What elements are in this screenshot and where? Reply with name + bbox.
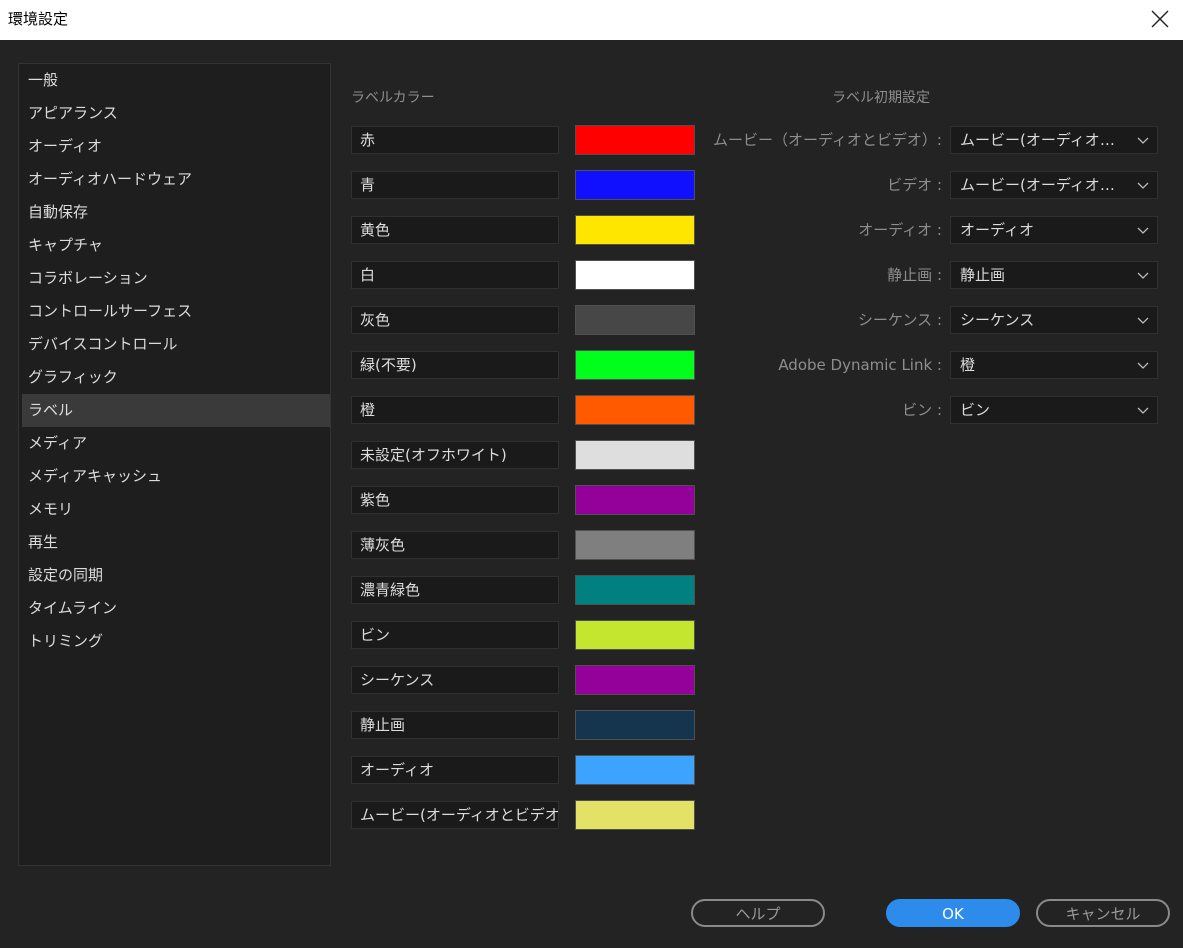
title-bar: 環境設定 xyxy=(0,0,1183,40)
dropdown-value: オーディオ xyxy=(960,221,1034,239)
label-color-name-field[interactable]: 静止画 xyxy=(351,711,559,739)
default-label-bin: ビン : xyxy=(902,401,942,419)
help-button[interactable]: ヘルプ xyxy=(691,899,825,927)
sidebar-item-memory[interactable]: メモリ xyxy=(22,493,330,526)
sidebar-item-general[interactable]: 一般 xyxy=(22,64,330,97)
sidebar-item-timeline[interactable]: タイムライン xyxy=(22,592,330,625)
label-color-name-field[interactable]: シーケンス xyxy=(351,666,559,694)
label-color-swatch[interactable] xyxy=(575,575,695,605)
sidebar-item-sync-settings[interactable]: 設定の同期 xyxy=(22,559,330,592)
ok-button[interactable]: OK xyxy=(886,899,1020,927)
label-color-swatch[interactable] xyxy=(575,800,695,830)
chevron-down-icon xyxy=(1137,182,1149,189)
default-label-dynamic-link: Adobe Dynamic Link : xyxy=(778,356,942,374)
label-color-swatch[interactable] xyxy=(575,710,695,740)
chevron-down-icon xyxy=(1137,317,1149,324)
chevron-down-icon xyxy=(1137,137,1149,144)
sidebar-item-media-cache[interactable]: メディアキャッシュ xyxy=(22,460,330,493)
sidebar-item-media[interactable]: メディア xyxy=(22,427,330,460)
label-color-name-field[interactable]: 濃青緑色 xyxy=(351,576,559,604)
dropdown-value: ムービー(オーディオとビデオ) xyxy=(960,131,1128,149)
dropdown-value: 橙 xyxy=(960,356,976,374)
dropdown-value: シーケンス xyxy=(960,311,1035,329)
dropdown-value: ムービー(オーディオとビデオ) xyxy=(960,176,1128,194)
chevron-down-icon xyxy=(1137,407,1149,414)
close-icon[interactable] xyxy=(1147,6,1173,32)
label-color-swatch[interactable] xyxy=(575,755,695,785)
chevron-down-icon xyxy=(1137,227,1149,234)
label-color-name-field[interactable]: 薄灰色 xyxy=(351,531,559,559)
chevron-down-icon xyxy=(1137,362,1149,369)
window-title: 環境設定 xyxy=(8,10,69,28)
default-label-video: ビデオ : xyxy=(887,176,942,194)
label-color-name-field[interactable]: オーディオ xyxy=(351,756,559,784)
chevron-down-icon xyxy=(1137,272,1149,279)
default-sequence-dropdown[interactable]: シーケンス xyxy=(950,306,1158,334)
default-still-dropdown[interactable]: 静止画 xyxy=(950,261,1158,289)
default-label-audio: オーディオ : xyxy=(858,221,942,239)
label-color-name-field[interactable]: ムービー(オーディオとビデオ) xyxy=(351,801,559,829)
label-color-name-field[interactable]: 紫色 xyxy=(351,486,559,514)
dropdown-value: ビン xyxy=(960,401,991,419)
sidebar-item-playback[interactable]: 再生 xyxy=(22,526,330,559)
default-label-sequence: シーケンス : xyxy=(857,311,942,329)
default-dynamic-link-dropdown[interactable]: 橙 xyxy=(950,351,1158,379)
default-label-still: 静止画 : xyxy=(887,266,942,284)
label-color-swatch[interactable] xyxy=(575,485,695,515)
label-color-name-field[interactable]: 未設定(オフホワイト) xyxy=(351,441,559,469)
default-bin-dropdown[interactable]: ビン xyxy=(950,396,1158,424)
sidebar-item-trimming[interactable]: トリミング xyxy=(22,625,330,658)
default-video-dropdown[interactable]: ムービー(オーディオとビデオ) xyxy=(950,171,1158,199)
label-defaults-header: ラベル初期設定 xyxy=(832,90,930,106)
cancel-button[interactable]: キャンセル xyxy=(1036,899,1170,927)
label-colors-header: ラベルカラー xyxy=(351,90,435,106)
label-color-swatch[interactable] xyxy=(575,665,695,695)
label-color-swatch[interactable] xyxy=(575,620,695,650)
label-color-name-field[interactable]: ビン xyxy=(351,621,559,649)
default-audio-dropdown[interactable]: オーディオ xyxy=(950,216,1158,244)
label-color-swatch[interactable] xyxy=(575,530,695,560)
default-label-movie: ムービー（オーディオとビデオ）: xyxy=(712,131,942,149)
default-movie-dropdown[interactable]: ムービー(オーディオとビデオ) xyxy=(950,126,1158,154)
label-color-swatch[interactable] xyxy=(575,440,695,470)
dropdown-value: 静止画 xyxy=(960,266,1006,284)
